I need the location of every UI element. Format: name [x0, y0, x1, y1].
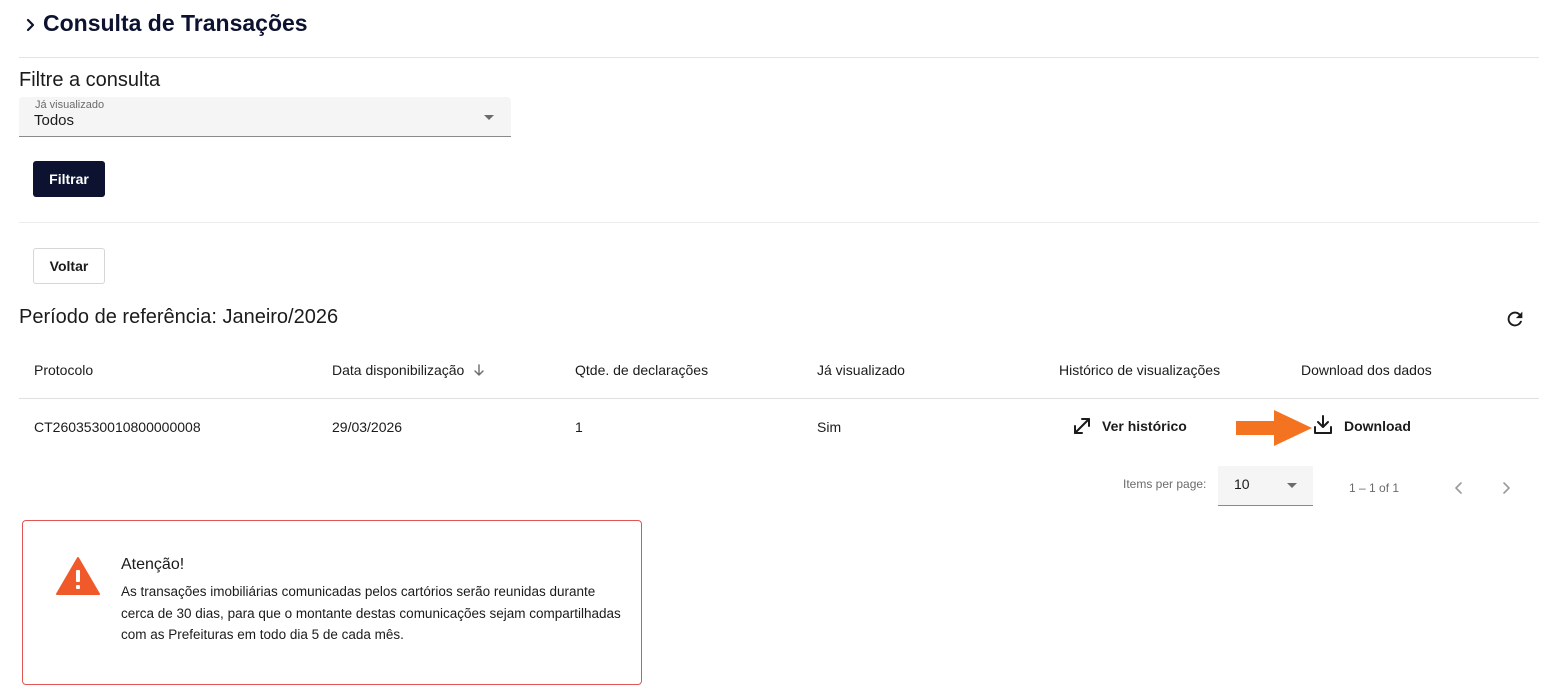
column-header-historico: Histórico de visualizações	[1059, 362, 1221, 378]
alert-title: Atenção!	[121, 556, 185, 573]
viewed-select-label: Já visualizado	[35, 99, 105, 111]
column-header-protocolo: Protocolo	[34, 362, 94, 378]
download-icon	[1314, 415, 1332, 434]
warning-triangle-icon	[56, 557, 100, 595]
table-header-divider	[19, 398, 1539, 399]
attention-alert: Atenção! As transações imobiliárias comu…	[22, 520, 642, 685]
filter-divider	[19, 222, 1539, 223]
page-header: Consulta de Transações	[0, 0, 1556, 58]
filter-section-title: Filtre a consulta	[19, 69, 161, 91]
page-range-label: 1 – 1 of 1	[1349, 481, 1400, 495]
cell-protocolo: CT2603530010800000008	[34, 419, 201, 435]
cell-qtde: 1	[575, 419, 583, 435]
column-header-download: Download dos dados	[1301, 362, 1432, 378]
paginator: Items per page: 10 1 – 1 of 1	[1100, 466, 1540, 510]
cell-data: 29/03/2026	[332, 419, 403, 435]
download-label: Download	[1344, 418, 1411, 434]
expand-arrows-icon	[1074, 418, 1090, 434]
chevron-right-icon	[26, 18, 35, 32]
column-header-label: Data disponibilização	[332, 362, 465, 378]
transactions-table: Protocolo Data disponibilização Qtde. de…	[19, 343, 1539, 461]
column-header-visualizado: Já visualizado	[817, 362, 905, 378]
back-button[interactable]: Voltar	[33, 248, 105, 284]
page-size-value: 10	[1234, 476, 1250, 492]
view-history-label: Ver histórico	[1102, 418, 1187, 434]
annotation-arrow-icon	[1236, 410, 1312, 446]
page-size-select[interactable]: 10	[1218, 466, 1313, 506]
refresh-icon[interactable]	[1504, 308, 1526, 330]
alert-message: As transações imobiliárias comunicadas p…	[121, 584, 621, 642]
chevron-right-icon[interactable]	[1496, 478, 1516, 498]
arrow-drop-down-icon	[484, 115, 494, 120]
viewed-select-value: Todos	[34, 112, 75, 129]
items-per-page-label: Items per page:	[1123, 477, 1207, 491]
column-header-data-disponibilizacao[interactable]: Data disponibilização	[332, 362, 486, 378]
chevron-left-icon[interactable]	[1449, 478, 1469, 498]
column-header-qtde: Qtde. de declarações	[575, 362, 709, 378]
filter-button[interactable]: Filtrar	[33, 161, 105, 197]
period-title: Período de referência: Janeiro/2026	[19, 306, 339, 328]
arrow-drop-down-icon	[1287, 483, 1297, 488]
header-divider	[19, 57, 1539, 58]
viewed-select[interactable]: Já visualizado Todos	[19, 97, 511, 137]
cell-visualizado: Sim	[817, 419, 842, 435]
arrow-down-icon	[474, 364, 484, 376]
page-title: Consulta de Transações	[43, 10, 308, 36]
